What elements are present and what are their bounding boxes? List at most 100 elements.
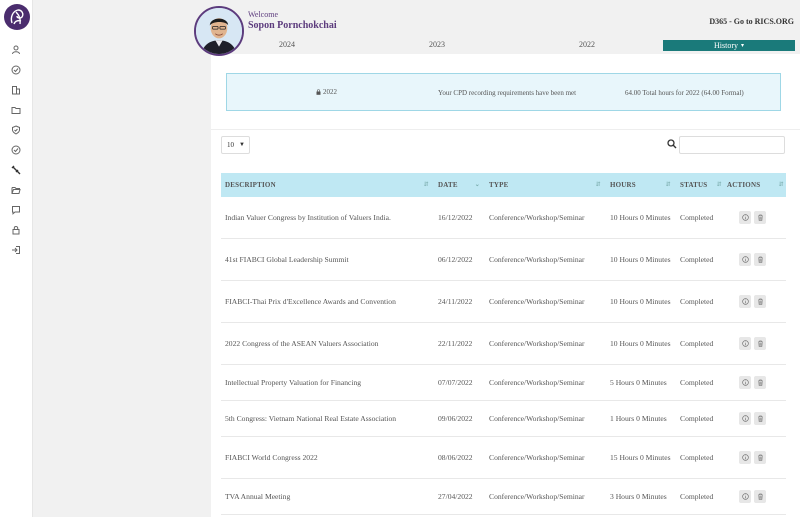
row-type: Conference/Workshop/Seminar <box>489 453 585 462</box>
row-hours: 15 Hours 0 Minutes <box>610 453 671 462</box>
tab-2023[interactable]: 2023 <box>429 40 445 49</box>
summary-total-hours: 64.00 Total hours for 2022 (64.00 Formal… <box>625 89 744 97</box>
row-date: 27/04/2022 <box>438 492 473 501</box>
sort-icon: ⇵ <box>665 182 671 188</box>
info-button[interactable] <box>739 253 751 266</box>
row-description: 41st FIABCI Global Leadership Summit <box>225 255 349 264</box>
trash-icon <box>757 379 763 386</box>
row-description: FIABCI-Thai Prix d'Excellence Awards and… <box>225 297 396 306</box>
column-hours[interactable]: HOURS ⇵ <box>606 173 676 197</box>
shield-check-icon[interactable] <box>10 124 22 136</box>
row-description: FIABCI World Congress 2022 <box>225 453 318 462</box>
open-folder-icon[interactable] <box>10 184 22 196</box>
table-header: DESCRIPTION ⇵ DATE ⌄ TYPE ⇵ HOURS ⇵ STATUS ⇵ … <box>221 173 786 197</box>
row-type: Conference/Workshop/Seminar <box>489 297 585 306</box>
column-description[interactable]: DESCRIPTION ⇵ <box>221 173 434 197</box>
tab-2024[interactable]: 2024 <box>279 40 295 49</box>
row-actions <box>727 490 786 503</box>
sort-icon: ⇵ <box>716 182 722 188</box>
logout-icon[interactable] <box>10 244 22 256</box>
info-icon <box>741 415 749 422</box>
row-date: 24/11/2022 <box>438 297 473 306</box>
info-button[interactable] <box>739 490 751 503</box>
info-icon <box>741 493 749 500</box>
table-row[interactable]: Indian Valuer Congress by Institution of… <box>221 197 786 239</box>
info-button[interactable] <box>739 412 751 425</box>
row-type: Conference/Workshop/Seminar <box>489 213 585 222</box>
delete-button[interactable] <box>754 490 766 503</box>
row-description: Intellectual Property Valuation for Fina… <box>225 378 362 387</box>
delete-button[interactable] <box>754 451 766 464</box>
cpd-table: DESCRIPTION ⇵ DATE ⌄ TYPE ⇵ HOURS ⇵ STATUS ⇵ … <box>221 173 786 515</box>
table-row[interactable]: 2022 Congress of the ASEAN Valuers Assoc… <box>221 323 786 365</box>
column-date[interactable]: DATE ⌄ <box>434 173 485 197</box>
user-icon[interactable] <box>10 44 22 56</box>
info-button[interactable] <box>739 451 751 464</box>
row-hours: 10 Hours 0 Minutes <box>610 255 671 264</box>
info-button[interactable] <box>739 295 751 308</box>
info-icon <box>741 256 749 263</box>
row-description: 2022 Congress of the ASEAN Valuers Assoc… <box>225 339 379 348</box>
row-description: 5th Congress: Vietnam National Real Esta… <box>225 414 397 423</box>
page-size-select[interactable]: 10 ▼ <box>221 136 250 154</box>
row-description: Indian Valuer Congress by Institution of… <box>225 213 391 222</box>
page-size-value: 10 <box>227 141 234 149</box>
table-row[interactable]: FIABCI World Congress 2022 08/06/2022 Co… <box>221 437 786 479</box>
row-description: TVA Annual Meeting <box>225 492 291 501</box>
table-row[interactable]: Intellectual Property Valuation for Fina… <box>221 365 786 401</box>
info-button[interactable] <box>739 211 751 224</box>
row-actions <box>727 451 786 464</box>
left-sidebar <box>0 0 33 517</box>
row-hours: 5 Hours 0 Minutes <box>610 378 667 387</box>
summary-year-text: 2022 <box>323 88 337 96</box>
info-button[interactable] <box>739 337 751 350</box>
caret-down-icon: ▼ <box>239 142 245 148</box>
info-button[interactable] <box>739 376 751 389</box>
delete-button[interactable] <box>754 211 766 224</box>
tab-2022[interactable]: 2022 <box>579 40 595 49</box>
search-input[interactable] <box>679 136 785 154</box>
row-hours: 3 Hours 0 Minutes <box>610 492 667 501</box>
row-type: Conference/Workshop/Seminar <box>489 492 585 501</box>
row-actions <box>727 211 786 224</box>
row-status: Completed <box>680 297 714 306</box>
user-name: Sopon Pornchokchai <box>248 20 337 31</box>
column-actions[interactable]: ACTIONS ⇵ <box>727 173 786 197</box>
building-icon[interactable] <box>10 84 22 96</box>
rics-org-link[interactable]: D365 - Go to RICS.ORG <box>709 17 794 26</box>
welcome-label: Welcome <box>248 10 279 19</box>
history-dropdown-button[interactable]: History ▾ <box>663 40 795 51</box>
main-panel: 2022 Your CPD recording requirements hav… <box>211 54 800 517</box>
rics-logo[interactable] <box>4 4 30 30</box>
table-row[interactable]: 5th Congress: Vietnam National Real Esta… <box>221 401 786 437</box>
trash-icon <box>757 340 763 347</box>
row-status: Completed <box>680 213 714 222</box>
info-icon <box>741 214 749 221</box>
summary-message: Your CPD recording requirements have bee… <box>438 89 577 97</box>
delete-button[interactable] <box>754 376 766 389</box>
delete-button[interactable] <box>754 412 766 425</box>
row-status: Completed <box>680 378 714 387</box>
divider <box>211 129 800 130</box>
table-row[interactable]: 41st FIABCI Global Leadership Summit 06/… <box>221 239 786 281</box>
column-status[interactable]: STATUS ⇵ <box>676 173 727 197</box>
message-icon[interactable] <box>10 204 22 216</box>
avatar[interactable] <box>194 6 244 56</box>
row-type: Conference/Workshop/Seminar <box>489 378 585 387</box>
trash-icon <box>757 454 763 461</box>
row-status: Completed <box>680 339 714 348</box>
row-actions <box>727 253 786 266</box>
table-row[interactable]: FIABCI-Thai Prix d'Excellence Awards and… <box>221 281 786 323</box>
lock-icon[interactable] <box>10 224 22 236</box>
info-icon <box>741 454 749 461</box>
column-type[interactable]: TYPE ⇵ <box>485 173 606 197</box>
row-actions <box>727 376 786 389</box>
delete-button[interactable] <box>754 337 766 350</box>
gavel-icon[interactable] <box>10 164 22 176</box>
verified-icon[interactable] <box>10 144 22 156</box>
delete-button[interactable] <box>754 253 766 266</box>
folder-icon[interactable] <box>10 104 22 116</box>
check-circle-icon[interactable] <box>10 64 22 76</box>
table-row[interactable]: TVA Annual Meeting 27/04/2022 Conference… <box>221 479 786 515</box>
delete-button[interactable] <box>754 295 766 308</box>
